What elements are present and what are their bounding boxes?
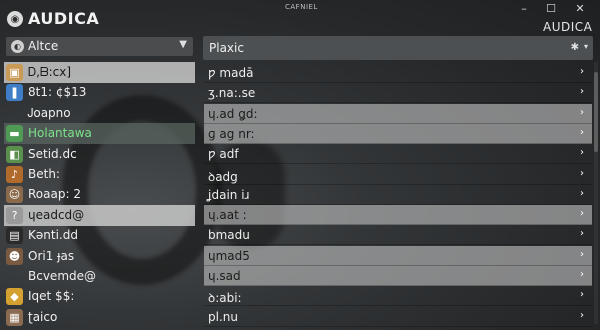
right-list-row[interactable]: ʒ.na:.se ›: [204, 83, 592, 103]
left-list-item[interactable]: ▤ Kənti.dd: [4, 225, 195, 246]
left-list-item[interactable]: ▦ ʈaico: [4, 307, 195, 328]
left-list-item[interactable]: ◆ Iqet $$:: [4, 286, 195, 307]
row-label: ɡ ag nr:: [208, 127, 255, 141]
cash-icon: ▬: [6, 125, 23, 142]
right-panel-header[interactable]: Plaxic ✱ ▾: [203, 36, 593, 60]
left-item-label: Ꭰ,ᗷ:cx]: [28, 65, 72, 79]
help-icon: ?: [6, 207, 23, 224]
chevron-right-icon[interactable]: ›: [580, 208, 584, 219]
right-list-row[interactable]: ꝺ:abi: ›: [204, 286, 592, 306]
chevron-right-icon[interactable]: ›: [580, 147, 584, 158]
left-list-item[interactable]: Ꭻoapno: [4, 103, 195, 124]
left-item-label: Iqet $$:: [28, 289, 75, 303]
gold-icon: ◆: [6, 288, 23, 305]
left-list-item[interactable]: ▬ Holantawa: [4, 123, 195, 144]
right-list-row[interactable]: ꝺadg ›: [204, 165, 592, 185]
chevron-down-icon: ▼: [179, 39, 187, 50]
right-list-row[interactable]: ƿ madā ›: [204, 63, 592, 83]
bottle-icon: ❚: [6, 84, 23, 101]
right-panel-title: Plaxic: [209, 41, 244, 55]
guitar-icon: ♪: [6, 166, 23, 183]
left-list-item[interactable]: ? ɥeadcd@: [4, 205, 195, 226]
crate-icon: ▦: [6, 309, 23, 326]
app-logo-icon: ◉: [7, 11, 23, 27]
row-label: ɥ.sad: [208, 269, 241, 283]
chevron-right-icon[interactable]: ›: [580, 269, 584, 280]
left-list-item[interactable]: ◧ Setid.dc: [4, 144, 195, 165]
row-label: ꝺadg: [208, 170, 238, 184]
left-item-label: Roaap: 2: [28, 187, 81, 201]
row-label: pl.nu: [208, 310, 238, 324]
gear-icon[interactable]: ✱: [571, 42, 579, 53]
row-label: ƿ adf: [208, 147, 239, 161]
scrollbar[interactable]: [594, 62, 598, 324]
section-title: AUDICA: [543, 20, 593, 34]
right-list-row[interactable]: ʝdain iɹ ›: [204, 185, 592, 205]
row-label: ɥ.aat :: [208, 208, 247, 222]
right-list-row[interactable]: pl.nu ›: [204, 307, 592, 327]
chevron-right-icon[interactable]: ›: [580, 107, 584, 118]
left-list-item[interactable]: ☻ Ori1 ɟas: [4, 246, 195, 267]
category-dropdown[interactable]: ◐ Altce ▼: [6, 37, 193, 56]
chevron-right-icon[interactable]: ›: [580, 228, 584, 239]
right-list-row[interactable]: ɥ.aat : ›: [204, 205, 592, 225]
chevron-right-icon[interactable]: ›: [580, 188, 584, 199]
close-icon[interactable]: ✕: [569, 2, 591, 16]
left-item-label: ɥeadcd@: [28, 208, 85, 222]
maximize-icon[interactable]: ☐: [540, 2, 562, 16]
left-item-label: Setid.dc: [28, 147, 77, 161]
row-label: bmadu: [208, 228, 250, 242]
left-list-item[interactable]: ♪ Beth:: [4, 164, 195, 185]
chevron-right-icon[interactable]: ›: [580, 249, 584, 260]
left-item-label: ʈaico: [28, 310, 58, 324]
left-list-item[interactable]: ❚ 8t1: ¢$13: [4, 82, 195, 103]
app-title: AUDICA: [28, 9, 100, 28]
portrait-icon: ☻: [6, 248, 23, 265]
dropdown-label: Altce: [28, 39, 59, 53]
row-label: ʝdain iɹ: [208, 188, 250, 202]
window-caption: CAFNIEL: [285, 3, 318, 11]
left-list-item[interactable]: ▣ Ꭰ,ᗷ:cx]: [4, 62, 195, 83]
book-icon: ◧: [6, 146, 23, 163]
chevron-right-icon[interactable]: ›: [580, 310, 584, 321]
chevron-right-icon[interactable]: ›: [580, 168, 584, 179]
chevron-right-icon[interactable]: ›: [580, 66, 584, 77]
left-item-label: Ori1 ɟas: [28, 249, 75, 263]
chevron-right-icon[interactable]: ›: [580, 127, 584, 138]
folder-icon: ▣: [6, 64, 23, 81]
minimize-icon[interactable]: –: [513, 2, 535, 16]
character-icon: ☺: [6, 186, 23, 203]
scroll-thumb[interactable]: [594, 72, 598, 152]
row-label: ꝺ:abi:: [208, 291, 242, 305]
left-list-item[interactable]: ☺ Roaap: 2: [4, 184, 195, 205]
row-label: ƿ madā: [208, 66, 254, 80]
left-item-label: 8t1: ¢$13: [28, 85, 87, 99]
chevron-down-icon[interactable]: ▾: [584, 42, 588, 51]
left-item-label: Beth:: [28, 167, 60, 181]
left-item-label: Kənti.dd: [28, 228, 78, 242]
left-item-label: Bcvemde@: [28, 269, 97, 283]
row-label: ʒ.na:.se: [208, 86, 256, 100]
row-label: ɥ.ad ǥd:: [208, 107, 258, 121]
left-item-label: Holantawa: [28, 126, 92, 140]
right-list-row[interactable]: ɥmad5 ›: [204, 246, 592, 266]
right-list-row[interactable]: ɥ.sad ›: [204, 266, 592, 286]
title-bar: ◉ AUDICA CAFNIEL – ☐ ✕ AUDICA: [0, 0, 600, 36]
chevron-right-icon[interactable]: ›: [580, 86, 584, 97]
app-window: ◉ AUDICA CAFNIEL – ☐ ✕ AUDICA ◐ Altce ▼ …: [0, 0, 600, 330]
left-list-item[interactable]: Bcvemde@: [4, 266, 195, 287]
right-list-row[interactable]: ɡ ag nr: ›: [204, 124, 592, 144]
left-item-label: Ꭻoapno: [28, 106, 71, 120]
right-list-row[interactable]: ɥ.ad ǥd: ›: [204, 104, 592, 124]
row-label: ɥmad5: [208, 249, 250, 263]
right-list-row[interactable]: bmadu ›: [204, 225, 592, 245]
document-icon: ▤: [6, 227, 23, 244]
right-list-row[interactable]: ƿ adf ›: [204, 144, 592, 164]
chevron-right-icon[interactable]: ›: [580, 289, 584, 300]
dropdown-logo-icon: ◐: [11, 40, 24, 53]
